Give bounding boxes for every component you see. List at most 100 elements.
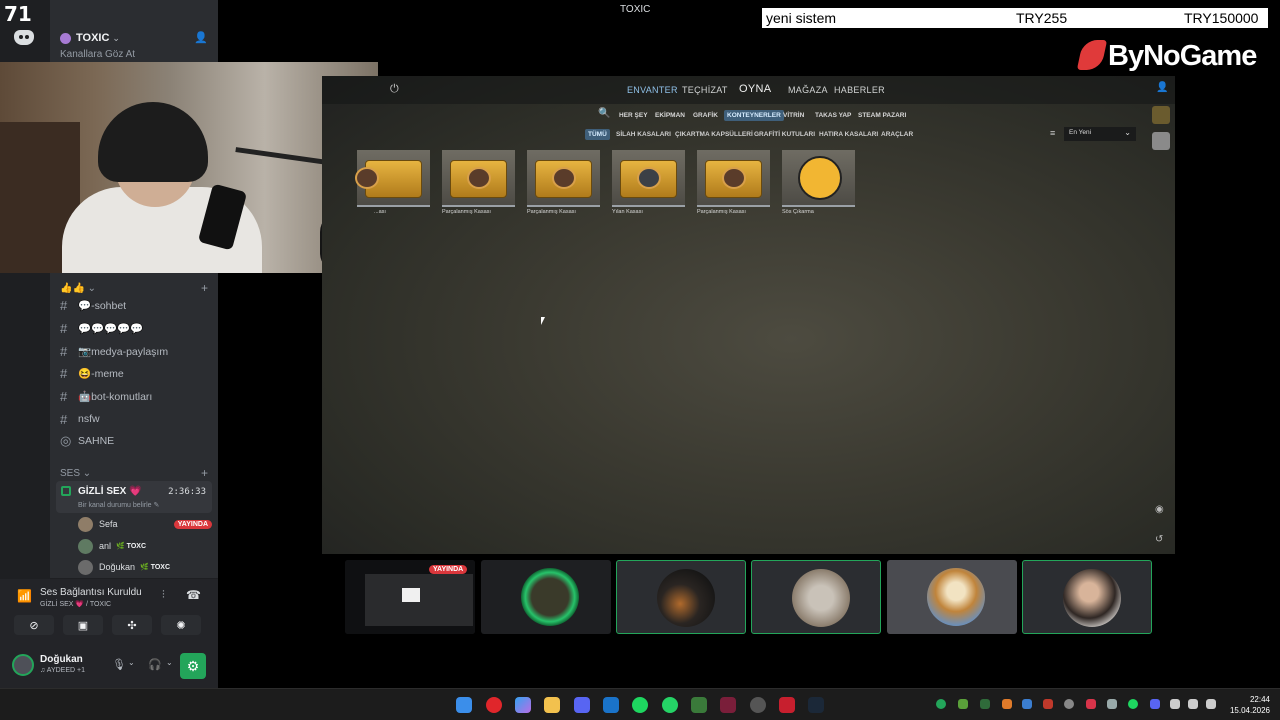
chevron-down-icon[interactable]: ⌄ [166,658,173,667]
noise-suppression-icon[interactable]: ⫶ [162,589,165,602]
opera-icon[interactable] [486,697,502,713]
nav-play[interactable]: OYNA [739,83,771,95]
tray-icon[interactable] [958,699,968,709]
spotify-icon[interactable] [632,697,648,713]
filter-tools[interactable]: ARAÇLAR [878,129,916,140]
friend-avatar[interactable] [1152,132,1170,150]
channel-meme[interactable]: # 😆-meme [60,364,210,382]
inventory-item[interactable] [527,150,600,207]
filter-weapon-cases[interactable]: SİLAH KASALARI [613,129,674,140]
channel-bot[interactable]: # 🤖bot-komutları [60,387,210,405]
tray-icon[interactable] [1002,699,1012,709]
filter-sticker-capsules[interactable]: ÇIKARTMA KAPSÜLLERİ [672,129,756,140]
voice-user[interactable]: Doğukan 🌿 TOXC [78,558,212,576]
server-header[interactable]: TOXIC ⌄ [50,26,218,50]
headphones-icon[interactable]: 🎧 [148,658,162,671]
signal-icon[interactable]: 📶 [17,589,32,603]
filter-graffiti-boxes[interactable]: GRAFİTİ KUTULARI [751,129,818,140]
steam-icon[interactable] [808,697,824,713]
discord-icon[interactable] [574,697,590,713]
subnav-containers[interactable]: KONTEYNERLER [724,110,784,121]
tray-icon[interactable] [1086,699,1096,709]
inventory-item[interactable] [782,150,855,207]
chevron-down-icon[interactable]: ⌄ [128,658,135,667]
participant-tile[interactable] [751,560,881,634]
tray-icon[interactable] [980,699,990,709]
nav-loadout[interactable]: TEÇHİZAT [682,85,728,95]
subnav-market[interactable]: STEAM PAZARI [855,110,909,121]
filter-souvenir-cases[interactable]: HATIRA KASALARI [816,129,881,140]
whatsapp-icon[interactable] [662,697,678,713]
channel-stage[interactable]: ◎ SAHNE [60,432,210,450]
add-channel-icon[interactable]: + [201,466,208,480]
app-icon[interactable] [691,697,707,713]
search-icon[interactable]: 🔍 [598,108,610,119]
voice-channel[interactable]: GİZLİ SEX 💗 2:36:33 Bir kanal durumu bel… [56,481,212,513]
start-icon[interactable] [456,697,472,713]
subnav-showcase[interactable]: VİTRİN [780,110,807,121]
voice-connected-channel[interactable]: GİZLİ SEX 💗 / TOXIC [40,600,111,608]
app-icon[interactable] [720,697,736,713]
inventory-item[interactable] [697,150,770,207]
avatar[interactable] [12,654,34,676]
nav-news[interactable]: HABERLER [834,85,885,95]
participant-tile[interactable] [481,560,611,634]
subnav-trade[interactable]: TAKAS YAP [812,110,854,121]
friend-avatar[interactable] [1152,106,1170,124]
tray-icon[interactable] [1128,699,1138,709]
wifi-icon[interactable] [1188,699,1198,709]
tray-icon[interactable] [1043,699,1053,709]
outlook-icon[interactable] [603,697,619,713]
voice-user[interactable]: Sefa YAYINDA [78,515,212,533]
tray-icon[interactable] [1064,699,1074,709]
add-channel-icon[interactable]: + [201,281,208,295]
stream-tile[interactable]: YAYINDA [345,560,475,634]
participant-tile[interactable] [616,560,746,634]
voice-status[interactable]: Bir kanal durumu belirle ✎ [78,501,159,509]
channel-nsfw[interactable]: # nsfw [60,410,210,428]
broadcast-icon[interactable]: ◉ [1155,504,1164,515]
browse-channels-link[interactable]: Kanallara Göz At [60,49,135,60]
channel-emoji[interactable]: # 💬💬💬💬💬 [60,319,210,337]
tray-icon[interactable] [1107,699,1117,709]
mic-icon[interactable]: 🎙 [112,658,126,671]
subnav-all[interactable]: HER ŞEY [616,110,651,121]
voice-user[interactable]: anl 🌿 TOXC [78,537,212,555]
clock[interactable]: 22:44 15.04.2026 [1226,694,1270,716]
filter-all[interactable]: TÜMÜ [585,129,610,140]
history-icon[interactable]: ↺ [1155,534,1163,545]
app-icon[interactable] [750,697,766,713]
channel-category[interactable]: 👍👍 ⌄ + [60,281,208,295]
inventory-item[interactable] [442,150,515,207]
participant-tile[interactable] [887,560,1017,634]
power-icon[interactable]: ⏻ [390,83,399,96]
tray-icon[interactable] [1150,699,1160,709]
subnav-graphics[interactable]: GRAFİK [690,110,721,121]
camera-button[interactable]: ⊘ [14,615,54,635]
copilot-icon[interactable] [515,697,531,713]
nav-inventory[interactable]: ENVANTER [627,85,678,95]
volume-icon[interactable] [1206,699,1216,709]
sort-dropdown[interactable]: En Yeni ⌄ [1064,127,1136,141]
inventory-item[interactable] [612,150,685,207]
explorer-icon[interactable] [544,697,560,713]
mic-icon[interactable] [1170,699,1180,709]
voice-category[interactable]: SES ⌄ + [60,466,208,480]
screen-share-button[interactable]: ▣ [63,615,103,635]
activities-button[interactable]: ✣ [112,615,152,635]
disconnect-icon[interactable]: ☎ [186,588,201,602]
profile-icon[interactable]: 👤 [1156,82,1168,93]
settings-button[interactable]: ⚙ [180,653,206,679]
tray-icon[interactable] [1022,699,1032,709]
invite-icon[interactable]: 👤 [194,31,208,44]
participant-tile[interactable] [1022,560,1152,634]
tray-icon[interactable] [936,699,946,709]
app-icon[interactable] [779,697,795,713]
channel-medya[interactable]: # 📷medya-paylaşım [60,342,210,360]
inventory-item[interactable] [355,150,430,207]
channel-sohbet[interactable]: # 💬-sohbet [60,296,210,314]
subnav-equipment[interactable]: EKİPMAN [652,110,688,121]
discord-home-icon[interactable] [14,30,34,45]
nav-store[interactable]: MAĞAZA [788,85,828,95]
soundboard-button[interactable]: ✺ [161,615,201,635]
